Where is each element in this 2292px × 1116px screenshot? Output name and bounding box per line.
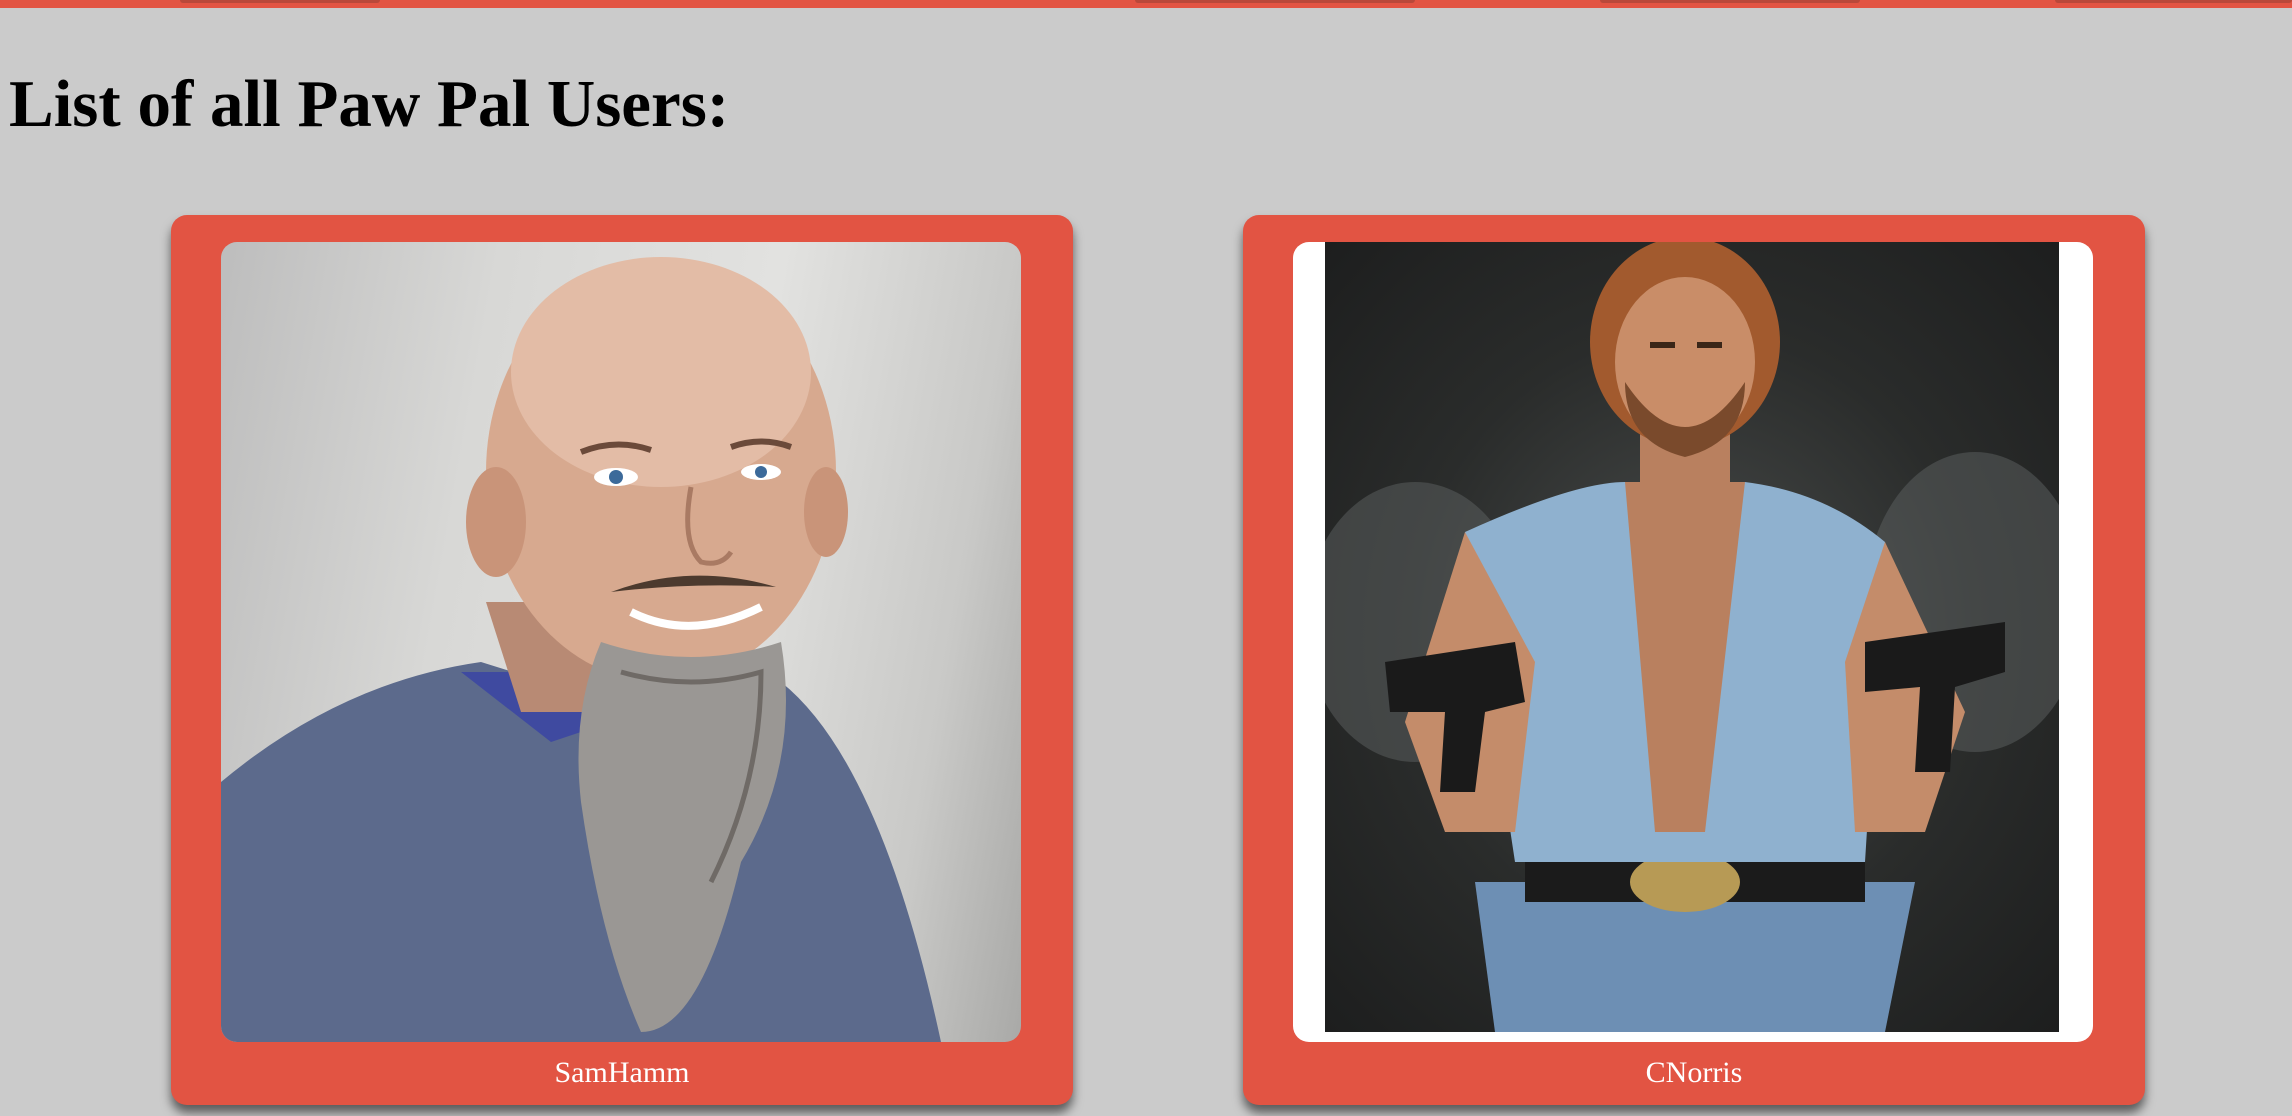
user-portrait-image — [221, 257, 941, 1042]
user-photo[interactable] — [221, 242, 1021, 1042]
user-card[interactable]: SamHamm — [171, 215, 1073, 1105]
nav-tab-indicator[interactable] — [180, 0, 380, 3]
nav-tab-indicator[interactable] — [1135, 0, 1415, 3]
username-label: SamHamm — [554, 1056, 690, 1089]
nav-tab-indicator[interactable] — [1600, 0, 1860, 3]
nav-tab-indicator[interactable] — [2055, 0, 2292, 3]
user-portrait-image — [1305, 242, 2085, 1032]
top-nav-bar — [0, 0, 2292, 8]
username-label: CNorris — [1645, 1056, 1743, 1089]
page-title: List of all Paw Pal Users: — [9, 67, 730, 141]
user-card[interactable]: CNorris — [1243, 215, 2145, 1105]
user-photo[interactable] — [1293, 242, 2093, 1042]
